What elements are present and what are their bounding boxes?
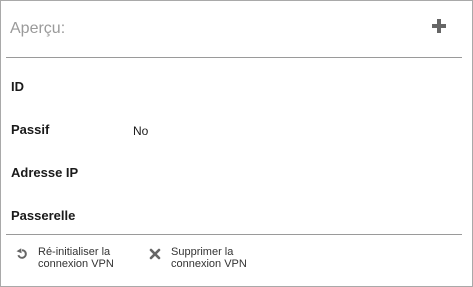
field-row-ip-address: Adresse IP: [1, 163, 472, 183]
field-label: Adresse IP: [11, 165, 79, 180]
reset-vpn-button[interactable]: Ré-initialiser la connexion VPN: [16, 246, 126, 276]
delete-vpn-label-line1: Supprimer la: [171, 246, 234, 258]
plus-icon: [432, 19, 446, 33]
rotate-icon: [16, 248, 28, 260]
field-label: ID: [11, 79, 24, 94]
field-label: Passerelle: [11, 208, 76, 223]
delete-vpn-button[interactable]: Supprimer la connexion VPN: [149, 246, 259, 276]
field-row-passive: Passif No: [1, 120, 472, 140]
add-button[interactable]: [429, 16, 449, 36]
panel-header: Aperçu:: [1, 1, 472, 57]
overview-panel: Aperçu: ID Passif No Adresse IP Passerel…: [0, 0, 473, 287]
delete-vpn-label: Supprimer la connexion VPN: [171, 246, 247, 270]
reset-vpn-label-line1: Ré-initialiser la: [38, 246, 111, 258]
field-row-gateway: Passerelle: [1, 206, 472, 226]
panel-title: Aperçu:: [10, 20, 66, 37]
field-row-id: ID: [1, 77, 472, 97]
footer-divider: [6, 234, 462, 235]
field-value: No: [133, 124, 149, 138]
reset-vpn-label-line2: connexion VPN: [38, 258, 114, 270]
reset-vpn-label: Ré-initialiser la connexion VPN: [38, 246, 114, 270]
x-icon: [149, 248, 161, 260]
header-divider: [6, 57, 462, 58]
field-label: Passif: [11, 122, 50, 137]
delete-vpn-label-line2: connexion VPN: [171, 258, 247, 270]
